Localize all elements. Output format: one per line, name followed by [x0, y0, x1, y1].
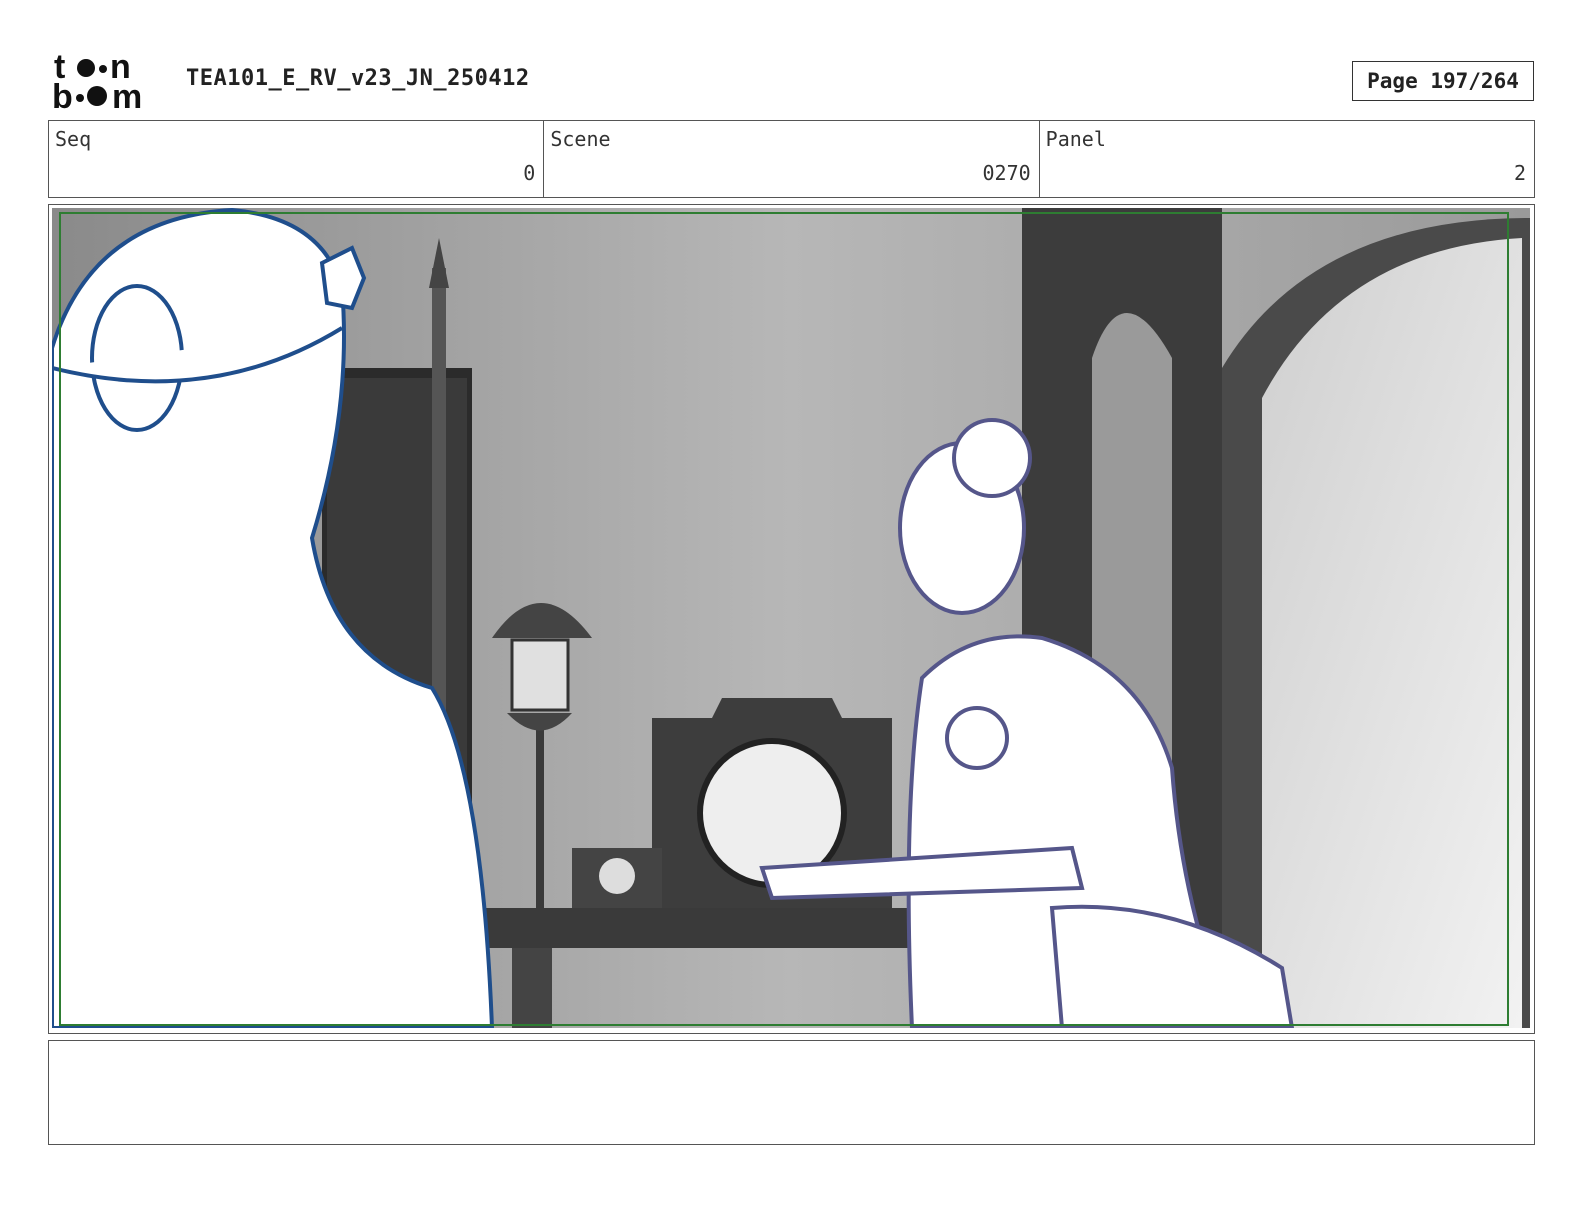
seq-value: 0 [523, 161, 536, 185]
toon-boom-logo: t n b m [52, 48, 164, 116]
scene-cell: Scene 0270 [544, 121, 1040, 197]
panel-drawing [52, 208, 1530, 1028]
seq-cell: Seq 0 [49, 121, 545, 197]
panel-notes [48, 1040, 1535, 1145]
seq-label: Seq [55, 127, 92, 151]
scene-label: Scene [550, 127, 611, 151]
document-title: TEA101_E_RV_v23_JN_250412 [186, 66, 530, 91]
shot-info-row: Seq 0 Scene 0270 Panel 2 [48, 120, 1535, 198]
panel-cell: Panel 2 [1040, 121, 1534, 197]
svg-text:m: m [112, 78, 142, 112]
panel-label: Panel [1045, 127, 1106, 151]
scene-value: 0270 [982, 161, 1031, 185]
storyboard-panel [48, 204, 1535, 1034]
svg-text:b: b [52, 78, 73, 112]
page-indicator: Page 197/264 [1352, 61, 1534, 101]
panel-value: 2 [1513, 161, 1526, 185]
